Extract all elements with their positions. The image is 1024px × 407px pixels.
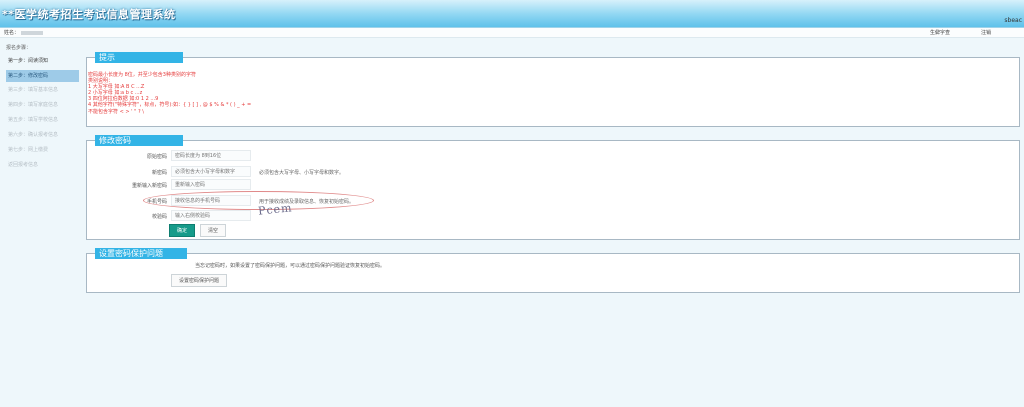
sidebar-step-6[interactable]: 第六步：确认报考信息 — [6, 129, 79, 141]
new-password-label: 新密码 — [151, 170, 167, 176]
password-protect-panel: 设置密码保护问题 当忘记密码时，如果设置了密码保护问题，可以通过密码保护问题验证… — [86, 248, 1020, 293]
captcha-input[interactable] — [171, 210, 251, 221]
header-banner: **医学统考招生考试信息管理系统 sbeac — [0, 0, 1024, 28]
tips-title: 提示 — [95, 52, 183, 63]
sidebar-step-1[interactable]: 第一步：阅读须知 — [6, 55, 79, 67]
old-password-input[interactable] — [171, 150, 251, 161]
name-field: 姓名： — [4, 29, 44, 36]
captcha-label: 校验码 — [151, 214, 167, 220]
rare-char-link[interactable]: 生僻字查 — [930, 29, 950, 36]
app-title: **医学统考招生考试信息管理系统 — [2, 8, 176, 21]
sidebar-return-link[interactable]: 返回报考信息 — [6, 159, 79, 171]
confirm-password-label: 重新输入新密码 — [131, 183, 167, 189]
password-protect-title: 设置密码保护问题 — [95, 248, 187, 259]
new-password-hint: 必须包含大写字母、小写字母和数字。 — [259, 170, 345, 176]
sidebar-step-7[interactable]: 第七步：网上缴费 — [6, 144, 79, 156]
old-password-label: 原始密码 — [146, 154, 167, 160]
password-protect-text: 当忘记密码时，如果设置了密码保护问题，可以通过密码保护问题验证恢复初始密码。 — [195, 263, 386, 269]
new-password-input[interactable] — [171, 166, 251, 177]
confirm-password-input[interactable] — [171, 179, 251, 190]
header-right-text: sbeac — [1004, 17, 1022, 24]
tip-line: 4 其他字符("特殊字符"，标点，符号):如：{ } [ ] , @ $ % &… — [88, 102, 252, 109]
tip-line: 不能包含字符 < > ' " ? \ — [88, 108, 144, 115]
clear-button[interactable]: 清空 — [200, 224, 226, 237]
confirm-button[interactable]: 确定 — [169, 224, 195, 237]
captcha-image[interactable]: Pcem — [257, 201, 293, 218]
info-bar: 姓名： 生僻字查 注销 — [0, 28, 1024, 38]
tips-panel: 提示 密码最小长度为 8位，并至少包含3种类别的字符 类别说明： 1 大写字母 … — [86, 52, 1020, 127]
tips-lines: 密码最小长度为 8位，并至少包含3种类别的字符 类别说明： 1 大写字母 如:A… — [88, 72, 251, 115]
set-protect-question-button[interactable]: 设置密码保护问题 — [171, 274, 227, 287]
sidebar-step-5[interactable]: 第五步：填写学校信息 — [6, 114, 79, 126]
sidebar-step-4[interactable]: 第四步：填写家庭信息 — [6, 99, 79, 111]
change-password-panel: 修改密码 原始密码 新密码 必须包含大写字母、小写字母和数字。 重新输入新密码 … — [86, 135, 1020, 240]
name-label: 姓名： — [4, 30, 20, 36]
change-password-title: 修改密码 — [95, 135, 183, 146]
name-value-redacted — [21, 30, 44, 35]
steps-title: 报名步骤： — [6, 45, 32, 51]
sidebar-step-3[interactable]: 第三步：填写基本信息 — [6, 84, 79, 96]
logout-link[interactable]: 注销 — [981, 29, 991, 36]
sidebar-step-2[interactable]: 第二步：修改密码 — [6, 70, 79, 82]
